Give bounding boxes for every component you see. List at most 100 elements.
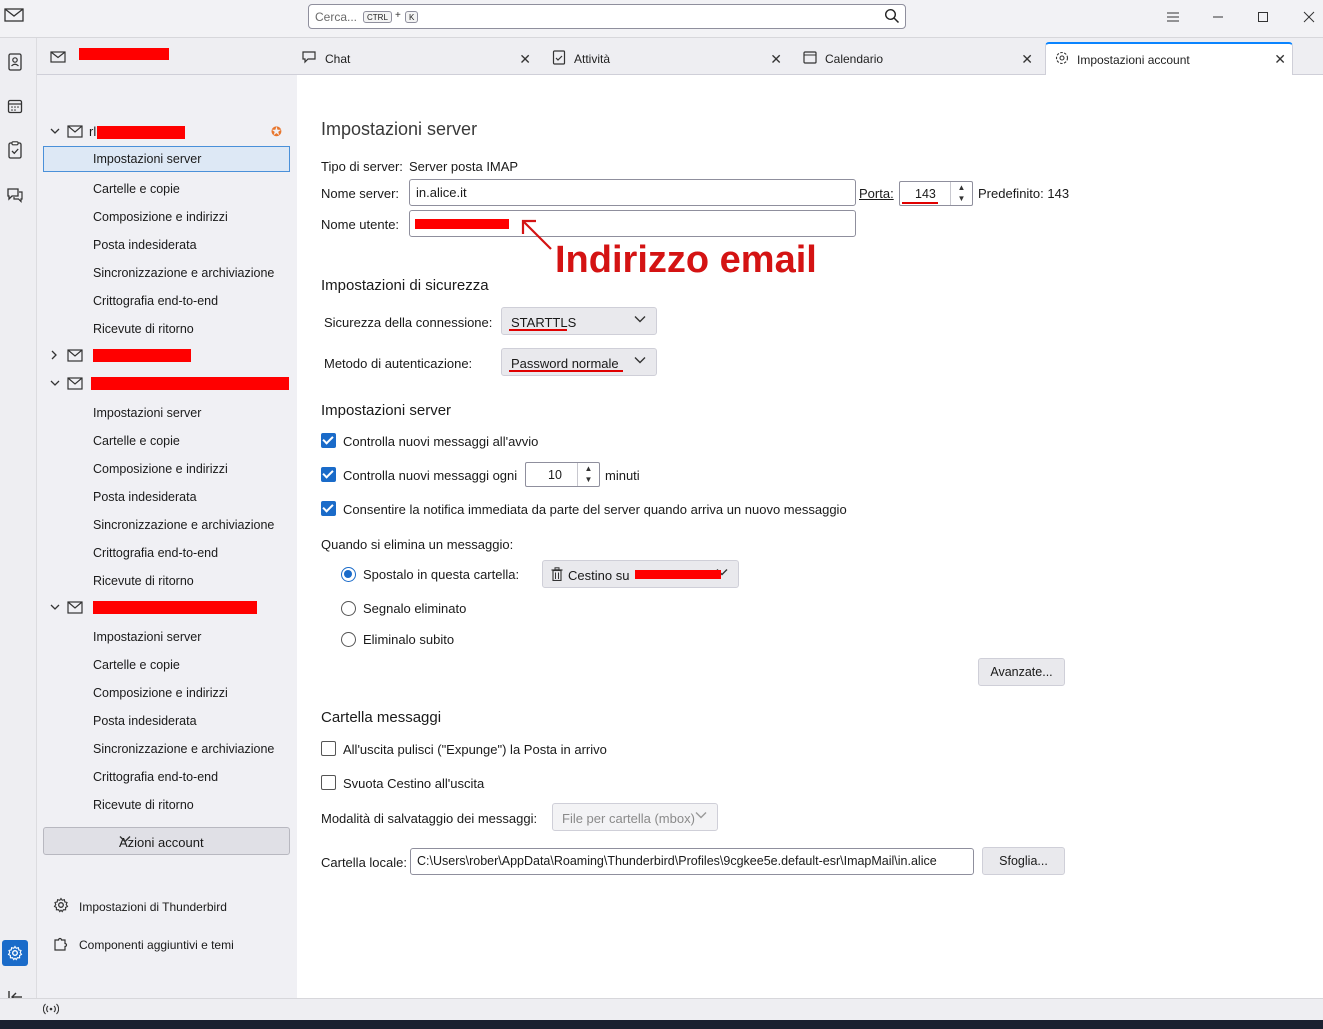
account-actions-button[interactable]: Azioni account bbox=[43, 827, 290, 855]
online-status-icon[interactable] bbox=[42, 1003, 60, 1018]
redaction-bar bbox=[93, 349, 191, 362]
auth-method-label: Metodo di autenticazione: bbox=[324, 356, 473, 371]
tree-item-e2e[interactable]: Crittografia end-to-end bbox=[43, 288, 290, 314]
redaction-bar bbox=[635, 570, 721, 579]
tab-bar: Chat ✕ Attività ✕ Calendario ✕ Impostazi… bbox=[37, 38, 1323, 75]
tree-item-folders-copies[interactable]: Cartelle e copie bbox=[43, 176, 290, 202]
chevron-down-icon bbox=[695, 811, 707, 822]
tab-mail[interactable] bbox=[43, 42, 287, 75]
account-header[interactable] bbox=[37, 597, 297, 619]
tasks-tab-icon bbox=[552, 49, 566, 68]
redaction-bar bbox=[79, 48, 169, 60]
tree-item-receipts[interactable]: Ricevute di ritorno bbox=[43, 792, 290, 818]
auth-method-value: Password normale bbox=[511, 356, 619, 371]
tree-item-composition[interactable]: Composizione e indirizzi bbox=[43, 204, 290, 230]
tree-item-server-settings[interactable]: Impostazioni server bbox=[43, 400, 290, 426]
chat-icon[interactable] bbox=[4, 184, 26, 206]
redaction-bar bbox=[93, 601, 257, 614]
tree-item-sync[interactable]: Sincronizzazione e archiviazione bbox=[43, 736, 290, 762]
move-to-folder-label: Spostalo in questa cartella: bbox=[363, 567, 520, 582]
tree-item-sync[interactable]: Sincronizzazione e archiviazione bbox=[43, 512, 290, 538]
server-type-label: Tipo di server: bbox=[321, 159, 403, 174]
menu-icon[interactable] bbox=[1161, 6, 1185, 28]
port-stepper-arrows[interactable]: ▲ ▼ bbox=[950, 182, 972, 205]
chevron-down-icon[interactable] bbox=[50, 127, 60, 138]
tree-item-receipts[interactable]: Ricevute di ritorno bbox=[43, 316, 290, 342]
close-tab-icon[interactable]: ✕ bbox=[1274, 51, 1286, 68]
default-account-star-icon: ✪ bbox=[271, 124, 282, 139]
storage-mode-select: File per cartella (mbox) bbox=[552, 803, 718, 831]
chevron-down-icon[interactable] bbox=[50, 603, 60, 614]
tree-item-composition[interactable]: Composizione e indirizzi bbox=[43, 680, 290, 706]
tree-item-junk[interactable]: Posta indesiderata bbox=[43, 232, 290, 258]
calendar-icon[interactable] bbox=[4, 95, 26, 117]
settings-gear-icon[interactable] bbox=[2, 940, 28, 966]
mail-icon[interactable] bbox=[4, 7, 24, 26]
empty-trash-checkbox[interactable] bbox=[321, 775, 336, 790]
chevron-down-icon[interactable]: ▼ bbox=[951, 193, 972, 204]
tree-item-composition[interactable]: Composizione e indirizzi bbox=[43, 456, 290, 482]
tree-item-sync[interactable]: Sincronizzazione e archiviazione bbox=[43, 260, 290, 286]
advanced-button[interactable]: Avanzate... bbox=[978, 658, 1065, 686]
addons-themes-label: Componenti aggiuntivi e temi bbox=[79, 937, 234, 952]
local-folder-field[interactable]: C:\Users\rober\AppData\Roaming\Thunderbi… bbox=[410, 848, 974, 875]
close-window-icon[interactable] bbox=[1297, 6, 1321, 28]
browse-button[interactable]: Sfoglia... bbox=[982, 847, 1065, 875]
chevron-down-icon bbox=[634, 315, 646, 326]
close-tab-icon[interactable]: ✕ bbox=[519, 51, 531, 68]
interval-stepper-arrows[interactable]: ▲ ▼ bbox=[577, 463, 599, 486]
tree-item-junk[interactable]: Posta indesiderata bbox=[43, 708, 290, 734]
tree-item-receipts[interactable]: Ricevute di ritorno bbox=[43, 568, 290, 594]
account-header[interactable] bbox=[37, 373, 297, 395]
redaction-bar bbox=[415, 219, 509, 229]
tree-item-folders-copies[interactable]: Cartelle e copie bbox=[43, 652, 290, 678]
check-startup-checkbox[interactable] bbox=[321, 433, 336, 448]
port-value: 143 bbox=[915, 187, 936, 201]
close-tab-icon[interactable]: ✕ bbox=[770, 51, 782, 68]
expunge-checkbox[interactable] bbox=[321, 741, 336, 756]
move-to-folder-radio[interactable] bbox=[341, 567, 356, 582]
thunderbird-settings-link[interactable]: Impostazioni di Thunderbird bbox=[53, 897, 227, 916]
tree-item-junk[interactable]: Posta indesiderata bbox=[43, 484, 290, 510]
tab-chat-label: Chat bbox=[325, 51, 351, 66]
red-underline bbox=[509, 329, 567, 331]
server-name-field[interactable]: in.alice.it bbox=[409, 179, 856, 206]
delete-now-label: Eliminalo subito bbox=[363, 632, 455, 647]
chevron-right-icon[interactable] bbox=[50, 350, 58, 363]
mail-tab-icon bbox=[50, 50, 66, 67]
delete-now-radio[interactable] bbox=[341, 632, 356, 647]
minimize-icon[interactable] bbox=[1206, 6, 1230, 28]
tab-account-settings[interactable]: Impostazioni account ✕ bbox=[1045, 42, 1293, 75]
account-name: rl bbox=[89, 124, 97, 139]
check-every-checkbox[interactable] bbox=[321, 467, 336, 482]
address-book-icon[interactable] bbox=[4, 51, 26, 73]
check-interval-stepper[interactable]: 10 ▲ ▼ bbox=[525, 462, 600, 487]
mark-deleted-radio[interactable] bbox=[341, 601, 356, 616]
close-tab-icon[interactable]: ✕ bbox=[1021, 51, 1033, 68]
chevron-down-icon[interactable]: ▼ bbox=[578, 474, 599, 485]
allow-notify-checkbox[interactable] bbox=[321, 501, 336, 516]
chevron-down-icon[interactable] bbox=[50, 379, 60, 390]
account-header[interactable] bbox=[37, 345, 297, 367]
search-icon[interactable] bbox=[884, 8, 900, 27]
tab-calendar[interactable]: Calendario ✕ bbox=[797, 42, 1039, 75]
tree-item-server-settings[interactable]: Impostazioni server bbox=[43, 146, 290, 172]
tree-item-e2e[interactable]: Crittografia end-to-end bbox=[43, 764, 290, 790]
chevron-up-icon[interactable]: ▲ bbox=[578, 463, 599, 474]
chevron-up-icon[interactable]: ▲ bbox=[951, 182, 972, 193]
tasks-icon[interactable] bbox=[4, 139, 26, 161]
tab-tasks[interactable]: Attività ✕ bbox=[546, 42, 788, 75]
taskbar-strip bbox=[0, 1020, 1323, 1029]
tree-item-folders-copies[interactable]: Cartelle e copie bbox=[43, 428, 290, 454]
addons-themes-link[interactable]: Componenti aggiuntivi e temi bbox=[53, 935, 234, 954]
chat-tab-icon bbox=[301, 50, 317, 67]
tab-chat[interactable]: Chat ✕ bbox=[295, 42, 537, 75]
search-input[interactable]: Cerca... CTRL + K bbox=[308, 4, 906, 29]
tree-item-e2e[interactable]: Crittografia end-to-end bbox=[43, 540, 290, 566]
tree-item-server-settings[interactable]: Impostazioni server bbox=[43, 624, 290, 650]
account-header[interactable]: rl ✪ bbox=[37, 121, 297, 143]
maximize-icon[interactable] bbox=[1251, 6, 1275, 28]
status-bar bbox=[0, 998, 1323, 1020]
redaction-bar bbox=[97, 126, 185, 139]
tab-account-settings-label: Impostazioni account bbox=[1077, 52, 1190, 67]
